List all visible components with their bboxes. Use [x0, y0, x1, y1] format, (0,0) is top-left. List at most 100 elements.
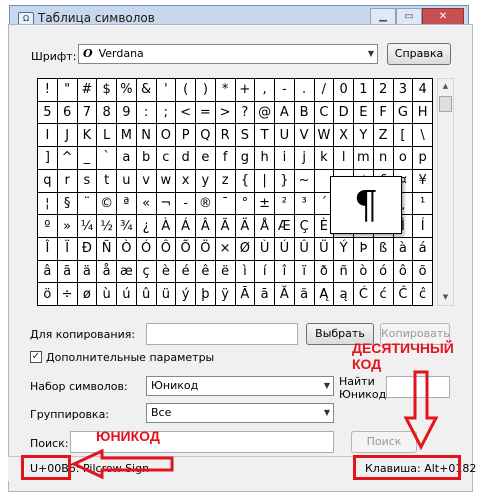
char-cell[interactable]: æ: [117, 260, 137, 284]
char-cell[interactable]: Á: [176, 215, 196, 238]
char-cell[interactable]: Z: [373, 124, 394, 148]
char-cell[interactable]: ?: [235, 101, 256, 125]
char-cell[interactable]: þ: [196, 283, 216, 306]
char-cell[interactable]: ¹: [413, 192, 433, 216]
char-cell[interactable]: %: [117, 79, 137, 102]
char-cell[interactable]: Ð: [77, 237, 98, 261]
char-cell[interactable]: 0: [334, 79, 354, 102]
char-cell[interactable]: @: [255, 101, 275, 125]
char-cell[interactable]: å: [97, 260, 117, 284]
char-cell[interactable]: ó: [373, 260, 394, 284]
char-cell[interactable]: m: [354, 147, 374, 170]
char-cell[interactable]: Y: [354, 124, 374, 148]
char-cell[interactable]: Ø: [235, 237, 256, 261]
char-cell[interactable]: x: [176, 169, 196, 193]
char-cell[interactable]: Ñ: [97, 237, 117, 261]
char-cell[interactable]: °: [235, 192, 256, 216]
char-cell[interactable]: .: [294, 79, 315, 102]
char-cell[interactable]: ô: [393, 260, 414, 284]
char-cell[interactable]: 5: [38, 101, 58, 125]
char-cell[interactable]: L: [97, 124, 117, 148]
char-cell[interactable]: Ö: [196, 237, 216, 261]
char-cell[interactable]: ¿: [136, 215, 157, 238]
char-cell[interactable]: ù: [97, 283, 117, 306]
char-cell[interactable]: ć: [373, 283, 394, 306]
char-cell[interactable]: ¦: [38, 192, 58, 216]
char-cell[interactable]: C: [314, 101, 335, 125]
char-cell[interactable]: Ç: [294, 215, 315, 238]
char-cell[interactable]: ç: [136, 260, 157, 284]
char-cell[interactable]: P: [176, 124, 196, 148]
char-cell[interactable]: ): [196, 79, 216, 102]
char-cell[interactable]: Ą: [314, 283, 335, 306]
char-cell[interactable]: R: [215, 124, 236, 148]
char-cell[interactable]: À: [156, 215, 177, 238]
char-cell[interactable]: ø: [77, 283, 98, 306]
char-cell[interactable]: s: [77, 169, 98, 193]
char-cell[interactable]: 7: [77, 101, 98, 125]
char-cell[interactable]: ÿ: [215, 283, 236, 306]
char-cell[interactable]: â: [38, 260, 58, 284]
char-cell[interactable]: ã: [57, 260, 78, 284]
char-cell[interactable]: ½: [97, 215, 117, 238]
char-cell[interactable]: 1: [354, 79, 374, 102]
copy-field[interactable]: [146, 323, 298, 345]
char-cell[interactable]: D: [334, 101, 354, 125]
char-cell[interactable]: 4: [413, 79, 433, 102]
char-cell[interactable]: ": [57, 79, 78, 102]
char-cell[interactable]: Æ: [275, 215, 295, 238]
char-cell[interactable]: Ó: [136, 237, 157, 261]
char-cell[interactable]: 2: [373, 79, 394, 102]
char-cell[interactable]: v: [136, 169, 157, 193]
char-cell[interactable]: ă: [294, 283, 315, 306]
char-cell[interactable]: <: [176, 101, 196, 125]
char-cell[interactable]: Û: [294, 237, 315, 261]
char-cell[interactable]: ²: [275, 192, 295, 216]
char-cell[interactable]: ¨: [77, 192, 98, 216]
char-cell[interactable]: º: [38, 215, 58, 238]
char-cell[interactable]: n: [373, 147, 394, 170]
char-cell[interactable]: Ý: [334, 237, 354, 261]
char-cell[interactable]: ®: [196, 192, 216, 216]
char-cell[interactable]: ß: [373, 237, 394, 261]
char-cell[interactable]: O: [156, 124, 177, 148]
char-cell[interactable]: Ă: [275, 283, 295, 306]
char-cell[interactable]: í: [255, 260, 275, 284]
char-cell[interactable]: 9: [117, 101, 137, 125]
char-cell[interactable]: §: [57, 192, 78, 216]
char-cell[interactable]: p: [413, 147, 433, 170]
char-cell[interactable]: Ú: [275, 237, 295, 261]
char-cell[interactable]: =: [196, 101, 216, 125]
char-cell[interactable]: u: [117, 169, 137, 193]
grouping-select[interactable]: Все ▼: [146, 403, 334, 423]
char-cell[interactable]: Ĉ: [393, 283, 414, 306]
char-cell[interactable]: ñ: [334, 260, 354, 284]
char-cell[interactable]: ú: [117, 283, 137, 306]
char-cell[interactable]: T: [255, 124, 275, 148]
char-cell[interactable]: Ü: [314, 237, 335, 261]
char-cell[interactable]: è: [156, 260, 177, 284]
char-cell[interactable]: Ù: [255, 237, 275, 261]
char-cell[interactable]: `: [97, 147, 117, 170]
char-cell[interactable]: Ä: [235, 215, 256, 238]
char-cell[interactable]: ]: [38, 147, 58, 170]
char-cell[interactable]: -: [176, 192, 196, 216]
char-cell[interactable]: B: [294, 101, 315, 125]
char-cell[interactable]: V: [294, 124, 315, 148]
char-cell[interactable]: [: [393, 124, 414, 148]
advanced-checkbox[interactable]: ✓: [30, 351, 42, 363]
char-cell[interactable]: î: [275, 260, 295, 284]
char-cell[interactable]: Ć: [354, 283, 374, 306]
char-cell[interactable]: «: [136, 192, 157, 216]
char-cell[interactable]: >: [215, 101, 236, 125]
char-cell[interactable]: õ: [413, 260, 433, 284]
help-button[interactable]: Справка: [387, 43, 451, 65]
char-cell[interactable]: t: [97, 169, 117, 193]
char-cell[interactable]: X: [334, 124, 354, 148]
char-cell[interactable]: $: [97, 79, 117, 102]
grid-scrollbar[interactable]: ▲ ▼: [437, 78, 454, 306]
char-cell[interactable]: Î: [38, 237, 58, 261]
char-cell[interactable]: ¥: [413, 169, 433, 193]
char-cell[interactable]: ö: [38, 283, 58, 306]
scroll-up-icon[interactable]: ▲: [438, 79, 453, 94]
